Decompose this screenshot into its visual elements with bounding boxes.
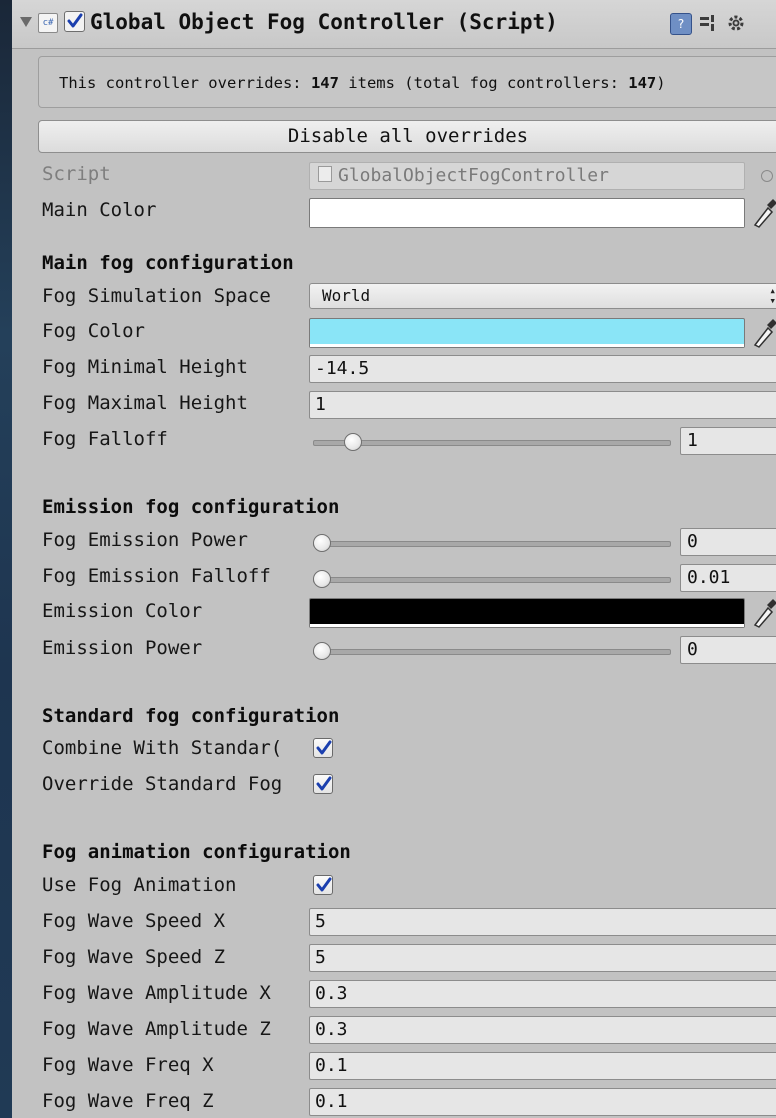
- fog-wave-freq-z-field[interactable]: 0.1: [309, 1088, 776, 1116]
- csharp-script-icon: c#: [38, 13, 58, 33]
- emission-color-label: Emission Color: [42, 600, 203, 622]
- fog-emission-falloff-value[interactable]: 0.01: [680, 564, 776, 592]
- fog-animation-heading: Fog animation configuration: [42, 841, 351, 863]
- disable-all-overrides-button[interactable]: Disable all overrides: [38, 120, 776, 153]
- emission-color-field[interactable]: [309, 598, 745, 628]
- fog-emission-power-slider[interactable]: [309, 532, 671, 554]
- fog-minimal-height-field[interactable]: -14.5: [309, 355, 776, 383]
- eyedropper-icon[interactable]: [750, 318, 776, 348]
- fog-wave-amplitude-x-field[interactable]: 0.3: [309, 980, 776, 1008]
- fog-wave-speed-z-field[interactable]: 5: [309, 944, 776, 972]
- eyedropper-icon[interactable]: [750, 598, 776, 628]
- fog-falloff-slider[interactable]: [309, 431, 671, 453]
- eyedropper-icon[interactable]: [750, 198, 776, 228]
- fog-simulation-space-label: Fog Simulation Space: [42, 285, 271, 307]
- foldout-arrow-icon[interactable]: [20, 17, 32, 27]
- fog-wave-speed-x-field[interactable]: 5: [309, 908, 776, 936]
- standard-fog-heading: Standard fog configuration: [42, 705, 340, 727]
- script-label: Script: [42, 163, 111, 185]
- script-file-icon: [318, 166, 332, 182]
- fog-wave-speed-z-label: Fog Wave Speed Z: [42, 946, 226, 968]
- fog-wave-freq-x-field[interactable]: 0.1: [309, 1052, 776, 1080]
- fog-maximal-height-field[interactable]: 1: [309, 391, 776, 419]
- component-title: Global Object Fog Controller (Script): [90, 10, 558, 34]
- fog-maximal-height-label: Fog Maximal Height: [42, 392, 248, 414]
- emission-power-label: Emission Power: [42, 637, 203, 659]
- object-picker-icon[interactable]: [761, 170, 773, 182]
- main-color-field[interactable]: [309, 198, 745, 228]
- use-fog-animation-checkbox[interactable]: [313, 875, 333, 895]
- fog-wave-speed-x-label: Fog Wave Speed X: [42, 910, 226, 932]
- fog-wave-amplitude-x-label: Fog Wave Amplitude X: [42, 982, 271, 1004]
- fog-falloff-label: Fog Falloff: [42, 428, 168, 450]
- fog-minimal-height-label: Fog Minimal Height: [42, 356, 248, 378]
- override-standard-fog-checkbox[interactable]: [313, 774, 333, 794]
- fog-emission-falloff-label: Fog Emission Falloff: [42, 565, 271, 587]
- fog-falloff-value[interactable]: 1: [680, 427, 776, 455]
- component-enabled-checkbox[interactable]: [64, 11, 85, 32]
- dropdown-arrows-icon: ▴ ▾: [769, 284, 776, 307]
- override-standard-fog-label: Override Standard Fog: [42, 773, 283, 795]
- override-info-box: This controller overrides: 147 items (to…: [38, 56, 776, 108]
- fog-color-label: Fog Color: [42, 320, 145, 342]
- slider-thumb[interactable]: [313, 570, 331, 588]
- component-header[interactable]: c# Global Object Fog Controller (Script)…: [12, 0, 776, 49]
- script-field[interactable]: GlobalObjectFogController: [309, 162, 745, 190]
- fog-color-field[interactable]: [309, 318, 745, 348]
- help-icon[interactable]: ?: [670, 13, 692, 35]
- combine-with-standard-label: Combine With Standar(: [42, 737, 283, 759]
- slider-thumb[interactable]: [313, 534, 331, 552]
- fog-simulation-space-dropdown[interactable]: World ▴ ▾: [309, 283, 776, 309]
- main-color-label: Main Color: [42, 199, 157, 221]
- preset-icon[interactable]: [698, 13, 718, 33]
- slider-thumb[interactable]: [344, 433, 363, 451]
- emission-power-value[interactable]: 0: [680, 636, 776, 664]
- combine-with-standard-checkbox[interactable]: [313, 738, 333, 758]
- main-fog-heading: Main fog configuration: [42, 252, 294, 274]
- emission-fog-heading: Emission fog configuration: [42, 496, 340, 518]
- gear-icon[interactable]: [726, 13, 746, 33]
- slider-thumb[interactable]: [313, 642, 331, 660]
- fog-emission-power-label: Fog Emission Power: [42, 529, 248, 551]
- fog-emission-power-value[interactable]: 0: [680, 528, 776, 556]
- fog-wave-freq-z-label: Fog Wave Freq Z: [42, 1090, 214, 1112]
- emission-power-slider[interactable]: [309, 640, 671, 662]
- inspector-panel: c# Global Object Fog Controller (Script)…: [12, 0, 776, 1118]
- fog-wave-amplitude-z-label: Fog Wave Amplitude Z: [42, 1018, 271, 1040]
- fog-emission-falloff-slider[interactable]: [309, 568, 671, 590]
- use-fog-animation-label: Use Fog Animation: [42, 874, 237, 896]
- fog-wave-amplitude-z-field[interactable]: 0.3: [309, 1016, 776, 1044]
- fog-wave-freq-x-label: Fog Wave Freq X: [42, 1054, 214, 1076]
